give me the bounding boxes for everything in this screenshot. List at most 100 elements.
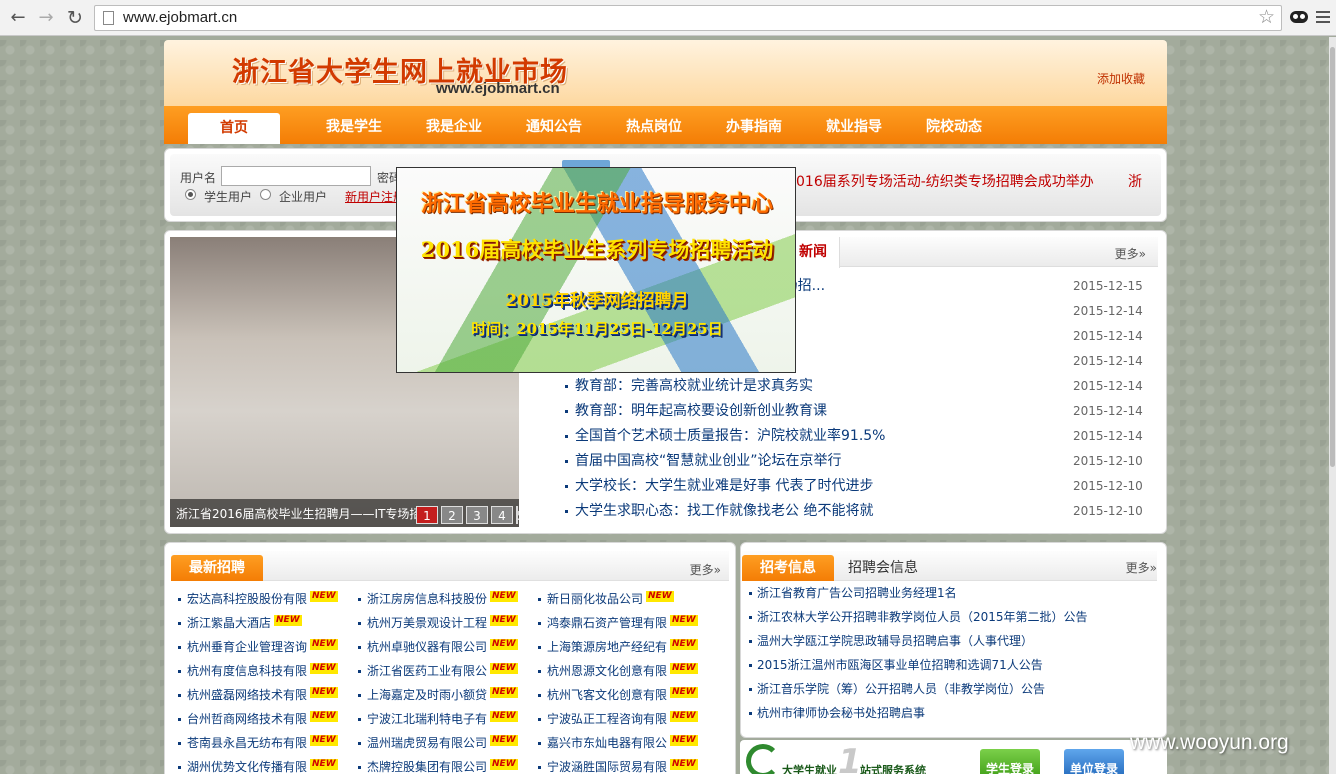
recruit-title[interactable]: 浙江音乐学院（筹）公开招聘人员（非教学岗位）公告 <box>757 682 1045 696</box>
job-item[interactable]: 杭州垂育企业管理咨询 NEW <box>178 635 338 659</box>
nav-company[interactable]: 我是企业 <box>409 106 499 144</box>
job-item[interactable]: 浙江省医药工业有限公 NEW <box>358 659 518 683</box>
username-input[interactable] <box>221 166 371 186</box>
recruit-item[interactable]: 浙江音乐学院（筹）公开招聘人员（非教学岗位）公告 <box>749 677 1045 701</box>
job-item[interactable]: 苍南县永昌无纺布有限 NEW <box>178 731 338 755</box>
nav-hot-jobs[interactable]: 热点岗位 <box>609 106 699 144</box>
student-radio[interactable] <box>185 189 196 200</box>
job-title[interactable]: 杭州万美景观设计工程 <box>367 616 487 630</box>
recruit-item[interactable]: 2015浙江温州市瓯海区事业单位招聘和选调71人公告 <box>749 653 1043 677</box>
job-item[interactable]: 新日丽化妆品公司 NEW <box>538 587 674 611</box>
job-item[interactable]: 浙江紫晶大酒店 NEW <box>178 611 302 635</box>
nav-career[interactable]: 就业指导 <box>809 106 899 144</box>
unit-login-button[interactable]: 单位登录 <box>1064 749 1124 774</box>
nav-home[interactable]: 首页 <box>188 113 280 144</box>
tab-latest-jobs[interactable]: 最新招聘 <box>171 555 263 581</box>
news-item[interactable]: 全国首个艺术硕士质量报告：沪院校就业率91.5% 2015-12-14 <box>555 424 1158 449</box>
job-item[interactable]: 宁波涵胜国际贸易有限 NEW <box>538 755 698 774</box>
recruit-title[interactable]: 2015浙江温州市瓯海区事业单位招聘和选调71人公告 <box>757 658 1043 672</box>
recruit-item[interactable]: 杭州市律师协会秘书处招聘启事 <box>749 701 925 725</box>
job-item[interactable]: 宁波弘正工程咨询有限 NEW <box>538 707 698 731</box>
popup-ad-banner[interactable]: 浙江省高校毕业生就业指导服务中心 2016届高校毕业生系列专场招聘活动 2015… <box>396 167 796 373</box>
tab-job-fair-info[interactable]: 招聘会信息 <box>848 555 918 581</box>
job-item[interactable]: 杭州盛磊网络技术有限 NEW <box>178 683 338 707</box>
news-item[interactable]: 大学校长：大学生就业难是好事 代表了时代进步 2015-12-10 <box>555 474 1158 499</box>
job-item[interactable]: 鸿泰鼎石资产管理有限 NEW <box>538 611 698 635</box>
news-item[interactable]: 首届中国高校“智慧就业创业”论坛在京举行 2015-12-10 <box>555 449 1158 474</box>
nav-notice[interactable]: 通知公告 <box>509 106 599 144</box>
job-item[interactable]: 嘉兴市东灿电器有限公 NEW <box>538 731 698 755</box>
job-title[interactable]: 苍南县永昌无纺布有限 <box>187 736 307 750</box>
job-title[interactable]: 宁波弘正工程咨询有限 <box>547 712 667 726</box>
slide-number-3[interactable]: 3 <box>466 506 488 524</box>
news-item[interactable]: 教育部：明年起高校要设创新创业教育课 2015-12-14 <box>555 399 1158 424</box>
job-item[interactable]: 温州瑞虎贸易有限公司 NEW <box>358 731 518 755</box>
job-item[interactable]: 台州哲商网络技术有限 NEW <box>178 707 338 731</box>
address-bar[interactable]: www.ejobmart.cn ☆ <box>94 5 1282 31</box>
job-item[interactable]: 上海嘉定及时雨小额贷 NEW <box>358 683 518 707</box>
menu-icon[interactable] <box>1316 11 1330 23</box>
nav-guide[interactable]: 办事指南 <box>709 106 799 144</box>
job-title[interactable]: 鸿泰鼎石资产管理有限 <box>547 616 667 630</box>
news-title[interactable]: 教育部：完善高校就业统计是求真务实 <box>575 374 1065 399</box>
slide-number-1[interactable]: 1 <box>416 506 438 524</box>
news-title[interactable]: 大学生求职心态：找工作就像找老公 绝不能将就 <box>575 499 1065 524</box>
job-title[interactable]: 宁波江北瑞利特电子有 <box>367 712 487 726</box>
job-item[interactable]: 杭州有度信息科技有限 NEW <box>178 659 338 683</box>
job-title[interactable]: 台州哲商网络技术有限 <box>187 712 307 726</box>
job-item[interactable]: 杭州万美景观设计工程 NEW <box>358 611 518 635</box>
job-title[interactable]: 杭州卓驰仪器有限公司 <box>367 640 487 654</box>
job-item[interactable]: 湖州优势文化传播有限 NEW <box>178 755 338 774</box>
job-title[interactable]: 杭州垂育企业管理咨询 <box>187 640 307 654</box>
recruit-more-link[interactable]: 更多» <box>1126 559 1157 576</box>
job-title[interactable]: 宏达高科控股股份有限 <box>187 592 307 606</box>
job-title[interactable]: 浙江省医药工业有限公 <box>367 664 487 678</box>
job-title[interactable]: 浙江房房信息科技股份 <box>367 592 487 606</box>
news-item[interactable]: 大学生求职心态：找工作就像找老公 绝不能将就 2015-12-10 <box>555 499 1158 524</box>
job-title[interactable]: 杭州有度信息科技有限 <box>187 664 307 678</box>
job-item[interactable]: 浙江房房信息科技股份 NEW <box>358 587 518 611</box>
recruit-item[interactable]: 浙江省教育广告公司招聘业务经理1名 <box>749 581 957 605</box>
job-title[interactable]: 杰牌控股集团有限公司 <box>367 760 487 774</box>
job-title[interactable]: 宁波涵胜国际贸易有限 <box>547 760 667 774</box>
job-title[interactable]: 上海策源房地产经纪有 <box>547 640 667 654</box>
job-title[interactable]: 杭州飞客文化创意有限 <box>547 688 667 702</box>
job-item[interactable]: 杭州恩源文化创意有限 NEW <box>538 659 698 683</box>
page-scrollbar[interactable] <box>1329 37 1336 774</box>
slide-number-4[interactable]: 4 <box>491 506 513 524</box>
recruit-title[interactable]: 温州大学瓯江学院思政辅导员招聘启事（人事代理） <box>757 634 1033 648</box>
company-radio[interactable] <box>260 189 271 200</box>
job-item[interactable]: 宁波江北瑞利特电子有 NEW <box>358 707 518 731</box>
recruit-title[interactable]: 浙江省教育广告公司招聘业务经理1名 <box>757 586 957 600</box>
extension-glasses-icon[interactable] <box>1290 11 1308 23</box>
news-title[interactable]: 教育部：明年起高校要设创新创业教育课 <box>575 399 1065 424</box>
one-stop-service-banner[interactable]: 大学生就业 1 站式服务系统 学生登录 单位登录 <box>740 740 1167 774</box>
slide-number-5[interactable]: 5 <box>516 506 519 524</box>
back-arrow-icon[interactable]: ← <box>7 7 29 29</box>
add-favorite-link[interactable]: 添加收藏 <box>1097 70 1145 87</box>
job-title[interactable]: 温州瑞虎贸易有限公司 <box>367 736 487 750</box>
slideshow-caption[interactable]: 浙江省2016届高校毕业生招聘月——IT专场招 <box>176 505 416 522</box>
bookmark-star-icon[interactable]: ☆ <box>1258 6 1275 28</box>
slide-number-2[interactable]: 2 <box>441 506 463 524</box>
job-item[interactable]: 上海策源房地产经纪有 NEW <box>538 635 698 659</box>
news-ticker[interactable]: 016届系列专场活动-纺织类专场招聘会成功举办 <box>796 171 1136 191</box>
recruit-title[interactable]: 浙江农林大学公开招聘非教学岗位人员（2015年第二批）公告 <box>757 610 1088 624</box>
recruit-item[interactable]: 浙江农林大学公开招聘非教学岗位人员（2015年第二批）公告 <box>749 605 1088 629</box>
news-title[interactable]: 全国首个艺术硕士质量报告：沪院校就业率91.5% <box>575 424 1065 449</box>
student-login-button[interactable]: 学生登录 <box>980 749 1040 774</box>
recruit-item[interactable]: 温州大学瓯江学院思政辅导员招聘启事（人事代理） <box>749 629 1033 653</box>
job-item[interactable]: 杭州卓驰仪器有限公司 NEW <box>358 635 518 659</box>
nav-student[interactable]: 我是学生 <box>309 106 399 144</box>
nav-school-news[interactable]: 院校动态 <box>909 106 999 144</box>
job-title[interactable]: 新日丽化妆品公司 <box>547 592 643 606</box>
job-title[interactable]: 湖州优势文化传播有限 <box>187 760 307 774</box>
job-item[interactable]: 杭州飞客文化创意有限 NEW <box>538 683 698 707</box>
job-title[interactable]: 浙江紫晶大酒店 <box>187 616 271 630</box>
news-more-link[interactable]: 更多» <box>1115 245 1146 262</box>
news-title[interactable]: 大学校长：大学生就业难是好事 代表了时代进步 <box>575 474 1065 499</box>
jobs-more-link[interactable]: 更多» <box>690 561 721 578</box>
job-title[interactable]: 上海嘉定及时雨小额贷 <box>367 688 487 702</box>
tab-exam-info[interactable]: 招考信息 <box>742 555 834 581</box>
news-item[interactable]: 教育部：完善高校就业统计是求真务实 2015-12-14 <box>555 374 1158 399</box>
